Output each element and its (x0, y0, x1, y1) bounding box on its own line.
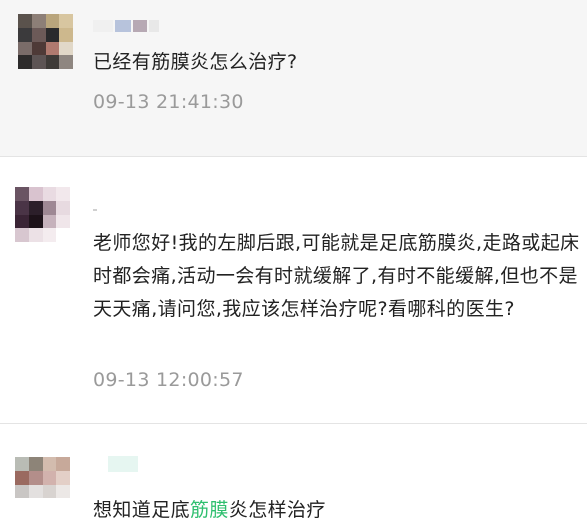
username-blurred[interactable] (108, 456, 138, 472)
comment-item: 想知道足底筋膜炎怎样治疗 (0, 424, 587, 521)
comment-text: 已经有筋膜炎怎么治疗? (93, 51, 298, 73)
comment-item: 已经有筋膜炎怎么治疗? 09-13 21:41:30 (0, 0, 587, 156)
username-blurred[interactable] (93, 19, 159, 33)
comment-timestamp: 09-13 12:00:57 (93, 369, 244, 391)
avatar[interactable] (15, 457, 70, 512)
comment-item: 老师您好!我的左脚后跟,可能就是足底筋膜炎,走路或起床时都会痛,活动一会有时就缓… (0, 157, 587, 423)
comment-keyword-link[interactable]: 筋膜 (190, 499, 229, 521)
avatar[interactable] (18, 14, 73, 69)
comment-text-part: 炎怎样治疗 (228, 499, 326, 521)
comment-timestamp: 09-13 21:41:30 (93, 91, 244, 113)
username-blurred[interactable] (93, 203, 97, 217)
avatar[interactable] (15, 187, 70, 242)
comment-text: 老师您好!我的左脚后跟,可能就是足底筋膜炎,走路或起床时都会痛,活动一会有时就缓… (93, 232, 580, 320)
comment-text-part: 想知道足底 (93, 499, 191, 521)
comment-text: 想知道足底筋膜炎怎样治疗 (93, 494, 583, 527)
